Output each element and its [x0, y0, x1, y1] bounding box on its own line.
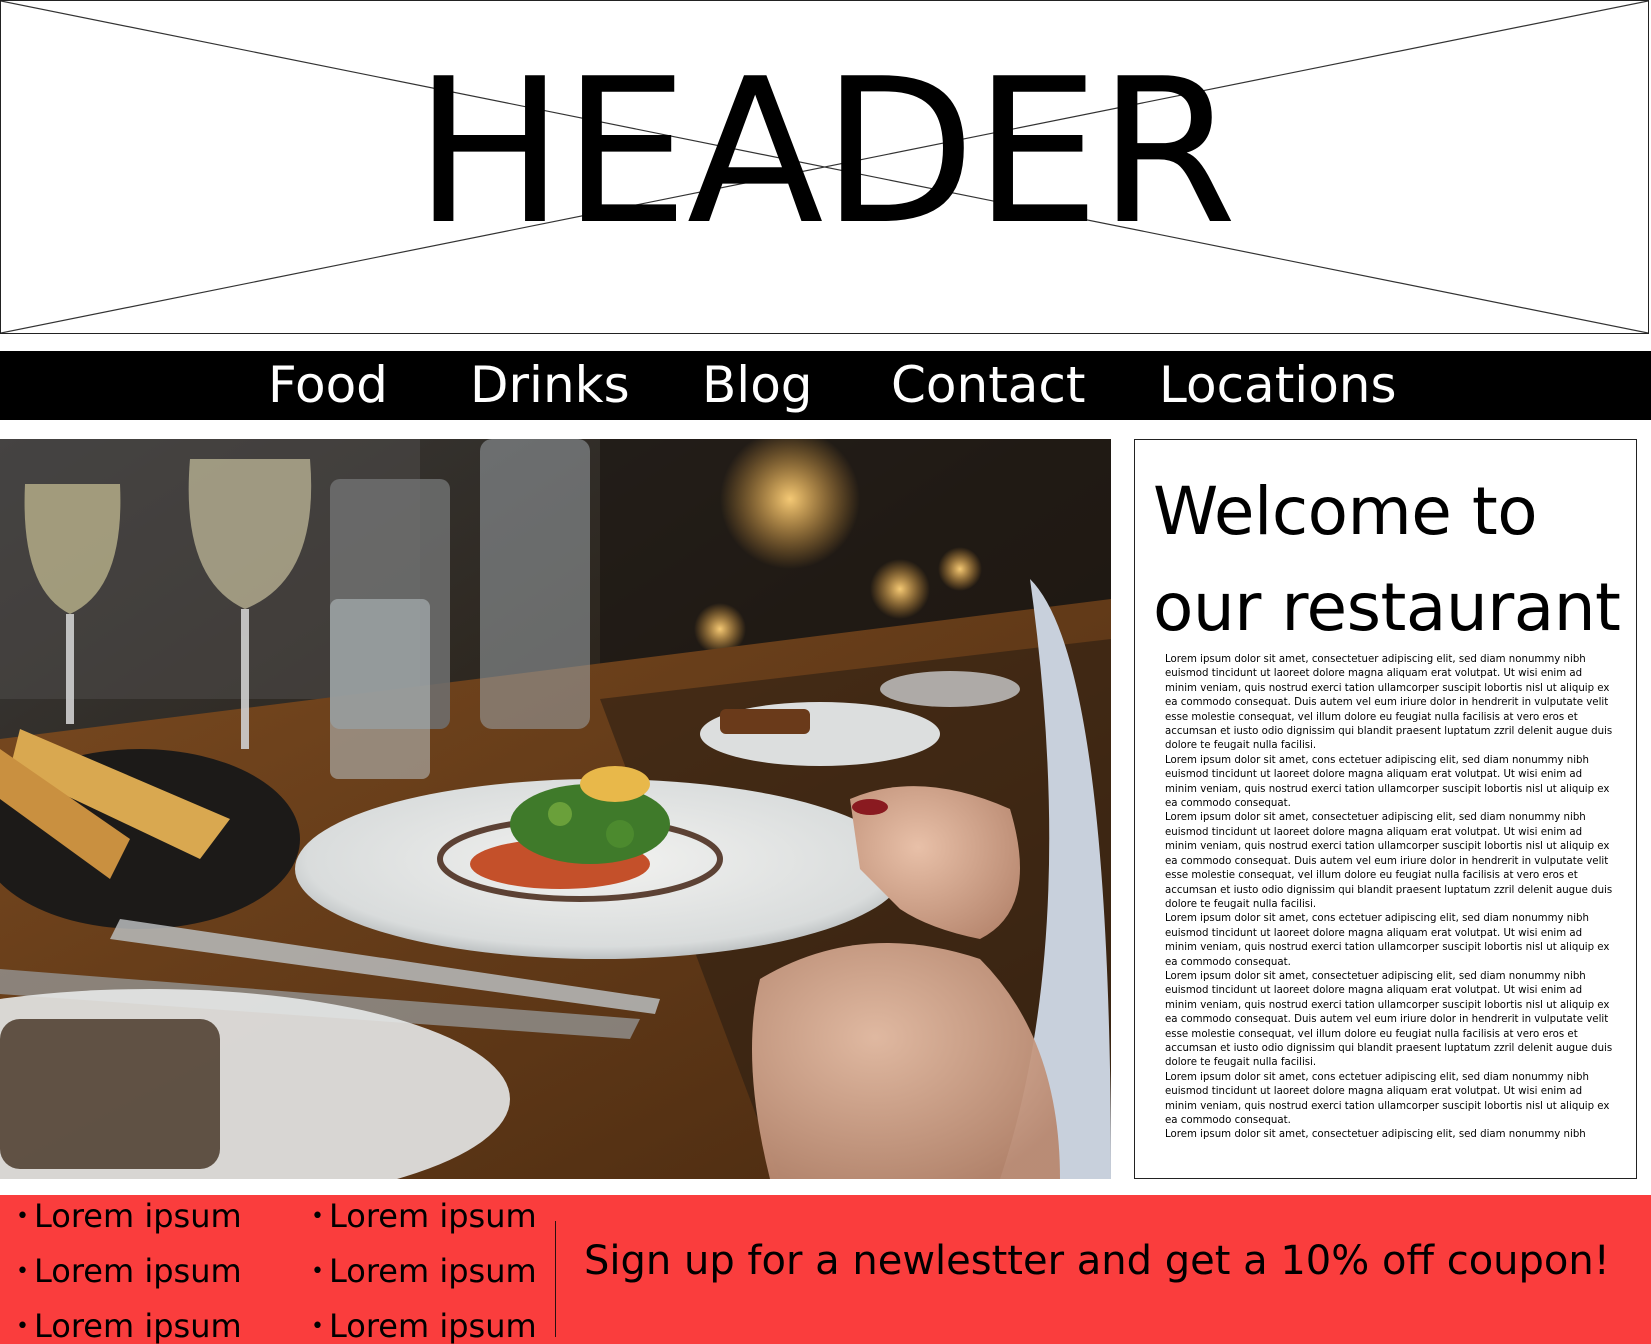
bullet-icon: •	[311, 1204, 324, 1229]
welcome-body-text: Lorem ipsum dolor sit amet, consectetuer…	[1165, 653, 1615, 1143]
footer-divider	[555, 1221, 556, 1337]
list-item-label: Lorem ipsum	[34, 1197, 242, 1235]
welcome-paragraph: Lorem ipsum dolor sit amet, consectetuer…	[1165, 654, 1613, 752]
bullet-icon: •	[311, 1314, 324, 1339]
nav-item-drinks[interactable]: Drinks	[470, 351, 630, 420]
bullet-icon: •	[311, 1259, 324, 1284]
list-item-label: Lorem ipsum	[329, 1252, 537, 1290]
list-item[interactable]: • Lorem ipsum	[0, 1195, 242, 1250]
welcome-title-line1: Welcome to	[1153, 473, 1538, 550]
list-item[interactable]: • Lorem ipsum	[0, 1250, 242, 1305]
welcome-paragraph: Lorem ipsum dolor sit amet, consectetuer…	[1165, 970, 1613, 1069]
main-nav: Food Drinks Blog Contact Locations	[0, 351, 1651, 420]
newsletter-signup-link[interactable]: Sign up for a newlestter and get a 10% o…	[584, 1231, 1644, 1291]
welcome-panel: Welcome to our restaurant Lorem ipsum do…	[1134, 439, 1637, 1179]
list-item-label: Lorem ipsum	[329, 1307, 537, 1344]
restaurant-dinner-photo-icon	[0, 439, 1111, 1179]
welcome-paragraph: Lorem ipsum dolor sit amet, cons ectetue…	[1165, 754, 1610, 810]
nav-item-locations[interactable]: Locations	[1159, 351, 1397, 420]
bullet-icon: •	[16, 1259, 29, 1284]
welcome-paragraph: Lorem ipsum dolor sit amet, cons ectetue…	[1165, 1071, 1610, 1126]
welcome-paragraph: Lorem ipsum dolor sit amet, cons ectetue…	[1165, 913, 1610, 968]
footer-list-right: • Lorem ipsum • Lorem ipsum • Lorem ipsum	[295, 1195, 537, 1344]
list-item[interactable]: • Lorem ipsum	[295, 1250, 537, 1305]
list-item[interactable]: • Lorem ipsum	[295, 1305, 537, 1344]
header-title: HEADER	[414, 36, 1237, 269]
nav-item-food[interactable]: Food	[268, 351, 388, 420]
header-placeholder: HEADER	[0, 0, 1649, 334]
list-item-label: Lorem ipsum	[329, 1197, 537, 1235]
nav-item-blog[interactable]: Blog	[702, 351, 813, 420]
list-item[interactable]: • Lorem ipsum	[295, 1195, 537, 1250]
nav-item-contact[interactable]: Contact	[891, 351, 1086, 420]
footer-banner: • Lorem ipsum • Lorem ipsum • Lorem ipsum •…	[0, 1195, 1651, 1344]
welcome-paragraph: Lorem ipsum dolor sit amet, consectetuer…	[1165, 1129, 1586, 1141]
welcome-title: Welcome to our restaurant	[1153, 464, 1633, 656]
bullet-icon: •	[16, 1314, 29, 1339]
welcome-paragraph: Lorem ipsum dolor sit amet, consectetuer…	[1165, 812, 1613, 910]
hero-image	[0, 439, 1111, 1179]
list-item[interactable]: • Lorem ipsum	[0, 1305, 242, 1344]
bullet-icon: •	[16, 1204, 29, 1229]
welcome-title-line2: our restaurant	[1153, 569, 1621, 646]
list-item-label: Lorem ipsum	[34, 1252, 242, 1290]
footer-list-left: • Lorem ipsum • Lorem ipsum • Lorem ipsum	[0, 1195, 242, 1344]
list-item-label: Lorem ipsum	[34, 1307, 242, 1344]
